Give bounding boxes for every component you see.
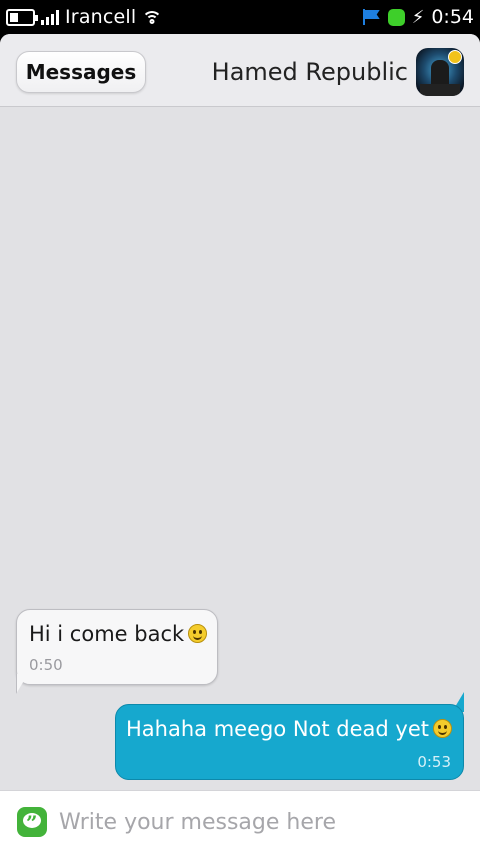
- avatar-desk: [420, 84, 460, 96]
- presence-icon: [387, 8, 405, 26]
- message-time: 0:50: [29, 656, 63, 674]
- conversation-header: Messages Hamed Republic: [0, 34, 480, 107]
- status-right: ⚡ 0:54: [362, 5, 474, 29]
- message-composer: [0, 790, 480, 854]
- message-bubble-outgoing[interactable]: Hahaha meego Not dead yet 0:53: [115, 704, 464, 780]
- carrier-name: Irancell: [65, 6, 137, 28]
- wifi-icon: [142, 9, 163, 25]
- battery-icon: [6, 8, 38, 26]
- message-text: Hahaha meego Not dead yet: [126, 717, 453, 741]
- contact-name: Hamed Republic: [211, 58, 408, 86]
- status-left: Irancell: [6, 5, 163, 29]
- message-time: 0:53: [417, 753, 451, 771]
- message-input[interactable]: [59, 805, 459, 839]
- flag-icon: [362, 9, 381, 25]
- message-text: Hi i come back: [29, 622, 208, 646]
- avatar-status-badge: [448, 50, 462, 64]
- message-bubble-incoming[interactable]: Hi i come back 0:50: [16, 609, 218, 685]
- smiley-emoji-icon: [433, 719, 453, 738]
- status-time: 0:54: [431, 6, 474, 28]
- status-bar: Irancell ⚡ 0:54: [0, 0, 480, 34]
- smiley-emoji-icon: [188, 624, 208, 643]
- conversation-view: Messages Hamed Republic Hi i come back 0…: [0, 34, 480, 854]
- signal-icon: [41, 9, 59, 25]
- contact-avatar[interactable]: [416, 48, 464, 96]
- usb-icon: ⚡: [411, 6, 425, 28]
- chat-service-icon[interactable]: [17, 807, 47, 837]
- messages-back-button[interactable]: Messages: [16, 51, 146, 93]
